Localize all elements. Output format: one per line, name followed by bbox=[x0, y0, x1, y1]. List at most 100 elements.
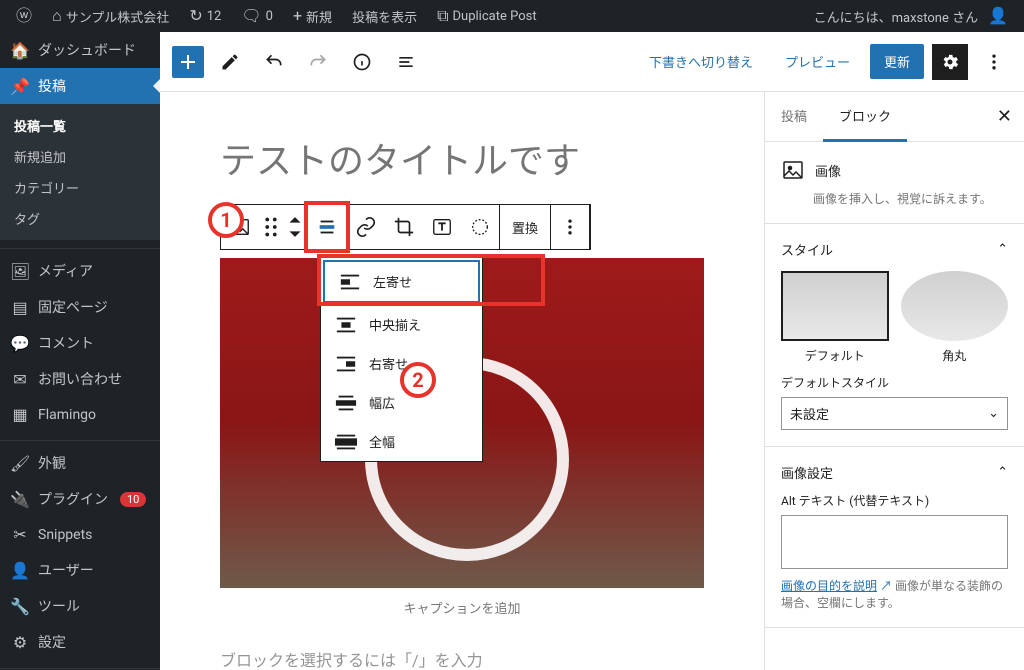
undo-icon bbox=[264, 52, 284, 72]
menu-pages[interactable]: ▤固定ページ bbox=[0, 289, 160, 325]
crop-icon bbox=[393, 216, 415, 238]
wrench-icon: 🔧 bbox=[10, 597, 30, 616]
alt-text-label: Alt テキスト (代替テキスト) bbox=[781, 492, 1008, 509]
alignment-dropdown: 左寄せ 中央揃え 右寄せ 幅広 bbox=[320, 257, 483, 462]
replace-button[interactable]: 置換 bbox=[500, 205, 550, 249]
text-overlay-button[interactable] bbox=[423, 205, 461, 249]
preview-button[interactable]: プレビュー bbox=[773, 44, 862, 79]
mail-icon: ✉ bbox=[10, 370, 30, 389]
more-options-button[interactable] bbox=[976, 44, 1012, 80]
style-default-preview bbox=[781, 271, 889, 341]
menu-tools[interactable]: 🔧ツール bbox=[0, 588, 160, 624]
revisions-link[interactable]: ↻12 bbox=[181, 0, 229, 32]
style-rounded-preview bbox=[901, 271, 1009, 341]
add-block-button[interactable] bbox=[172, 46, 204, 78]
edit-mode-button[interactable] bbox=[212, 44, 248, 80]
menu-flamingo[interactable]: ▦Flamingo bbox=[0, 397, 160, 432]
align-center-icon bbox=[335, 316, 357, 334]
menu-posts[interactable]: 📌投稿 bbox=[0, 68, 160, 104]
menu-dashboard[interactable]: 🏠ダッシュボード bbox=[0, 32, 160, 68]
pin-icon: 📌 bbox=[10, 77, 30, 96]
drag-handle[interactable] bbox=[259, 205, 283, 249]
brush-icon: 🖌 bbox=[10, 454, 30, 473]
user-icon: 👤 bbox=[10, 561, 30, 580]
wordpress-icon: ⓦ bbox=[16, 8, 32, 24]
inspector-tabs: 投稿 ブロック ✕ bbox=[765, 92, 1024, 142]
styles-panel-toggle[interactable]: スタイル ⌃ bbox=[781, 240, 1008, 259]
default-style-select[interactable]: 未設定 ⌄ bbox=[781, 397, 1008, 430]
block-toolbar: 置換 左寄せ 中央揃え bbox=[220, 204, 591, 250]
user-greeting[interactable]: こんにちは、maxstone さん👤 bbox=[806, 0, 1016, 32]
editor: 下書きへ切り替え プレビュー 更新 テストのタイトルです 1 2 bbox=[160, 32, 1024, 670]
plugin-update-badge: 10 bbox=[120, 492, 146, 507]
switch-to-draft-button[interactable]: 下書きへ切り替え bbox=[637, 44, 765, 79]
comments-link[interactable]: 🗨0 bbox=[233, 0, 281, 32]
menu-comments[interactable]: 💬コメント bbox=[0, 325, 160, 361]
outline-button[interactable] bbox=[388, 44, 424, 80]
chevron-up-down-icon bbox=[288, 216, 302, 238]
redo-button[interactable] bbox=[300, 44, 336, 80]
align-right-icon bbox=[335, 355, 357, 373]
media-icon: 🖼 bbox=[10, 262, 30, 281]
styles-panel: スタイル ⌃ デフォルト 角丸 デフォルトスタイル bbox=[765, 224, 1024, 447]
text-overlay-icon bbox=[431, 216, 453, 238]
close-inspector-button[interactable]: ✕ bbox=[993, 102, 1016, 131]
image-settings-panel: 画像設定 ⌃ Alt テキスト (代替テキスト) 画像の目的を説明 ↗ 画像が単… bbox=[765, 447, 1024, 628]
new-content-link[interactable]: +新規 bbox=[285, 0, 340, 32]
crop-button[interactable] bbox=[385, 205, 423, 249]
tab-block[interactable]: ブロック bbox=[823, 92, 907, 142]
style-rounded-option[interactable]: 角丸 bbox=[901, 271, 1009, 364]
block-name-label: 画像 bbox=[815, 161, 841, 180]
posts-submenu: 投稿一覧 新規追加 カテゴリー タグ bbox=[0, 104, 160, 240]
duplicate-post-link[interactable]: ⧉Duplicate Post bbox=[429, 0, 545, 32]
submenu-tags[interactable]: タグ bbox=[0, 203, 160, 234]
block-card: 画像 画像を挿入し、視覚に訴えます。 bbox=[765, 142, 1024, 224]
submenu-all-posts[interactable]: 投稿一覧 bbox=[0, 110, 160, 141]
settings-toggle-button[interactable] bbox=[932, 44, 968, 80]
default-style-label: デフォルトスタイル bbox=[781, 374, 1008, 391]
editor-canvas[interactable]: テストのタイトルです 1 2 bbox=[160, 92, 764, 670]
chevron-up-icon: ⌃ bbox=[997, 242, 1008, 257]
image-settings-toggle[interactable]: 画像設定 ⌃ bbox=[781, 463, 1008, 482]
info-button[interactable] bbox=[344, 44, 380, 80]
menu-users[interactable]: 👤ユーザー bbox=[0, 552, 160, 588]
menu-media[interactable]: 🖼メディア bbox=[0, 253, 160, 289]
duotone-button[interactable] bbox=[461, 205, 499, 249]
align-left-icon bbox=[339, 273, 361, 291]
menu-settings[interactable]: ⚙設定 bbox=[0, 624, 160, 660]
post-title[interactable]: テストのタイトルです bbox=[220, 132, 704, 184]
style-default-option[interactable]: デフォルト bbox=[781, 271, 889, 364]
tab-post[interactable]: 投稿 bbox=[765, 92, 823, 141]
link-icon bbox=[355, 216, 377, 238]
flamingo-icon: ▦ bbox=[10, 405, 30, 424]
menu-snippets[interactable]: ✂Snippets bbox=[0, 517, 160, 552]
alignment-button[interactable] bbox=[304, 201, 350, 253]
block-appender[interactable]: ブロックを選択するには「/」を入力 bbox=[220, 627, 704, 670]
chevron-down-icon: ⌄ bbox=[988, 406, 999, 421]
submenu-new-post[interactable]: 新規追加 bbox=[0, 141, 160, 172]
block-more-button[interactable] bbox=[551, 205, 589, 249]
submenu-categories[interactable]: カテゴリー bbox=[0, 172, 160, 203]
plug-icon: 🔌 bbox=[10, 490, 30, 509]
alt-help-link[interactable]: 画像の目的を説明 bbox=[781, 579, 877, 593]
site-name-link[interactable]: ⌂サンプル株式会社 bbox=[44, 0, 177, 32]
link-button[interactable] bbox=[347, 205, 385, 249]
info-icon bbox=[352, 52, 372, 72]
view-post-link[interactable]: 投稿を表示 bbox=[344, 0, 425, 32]
editor-topbar: 下書きへ切り替え プレビュー 更新 bbox=[160, 32, 1024, 92]
block-description: 画像を挿入し、視覚に訴えます。 bbox=[813, 190, 1008, 207]
list-icon bbox=[396, 52, 416, 72]
undo-button[interactable] bbox=[256, 44, 292, 80]
align-center-option[interactable]: 中央揃え bbox=[321, 305, 482, 344]
update-button[interactable]: 更新 bbox=[870, 44, 924, 79]
caption-placeholder[interactable]: キャプションを追加 bbox=[220, 588, 704, 627]
alt-help-text: 画像の目的を説明 ↗ 画像が単なる装飾の場合、空欄にします。 bbox=[781, 577, 1008, 611]
alt-text-input[interactable] bbox=[781, 515, 1008, 569]
align-left-option[interactable]: 左寄せ bbox=[323, 260, 480, 303]
menu-plugins[interactable]: 🔌プラグイン10 bbox=[0, 481, 160, 517]
menu-appearance[interactable]: 🖌外観 bbox=[0, 445, 160, 481]
align-wide-icon bbox=[335, 394, 357, 412]
align-full-option[interactable]: 全幅 bbox=[321, 422, 482, 461]
wp-logo[interactable]: ⓦ bbox=[8, 0, 40, 32]
menu-contact[interactable]: ✉お問い合わせ bbox=[0, 361, 160, 397]
